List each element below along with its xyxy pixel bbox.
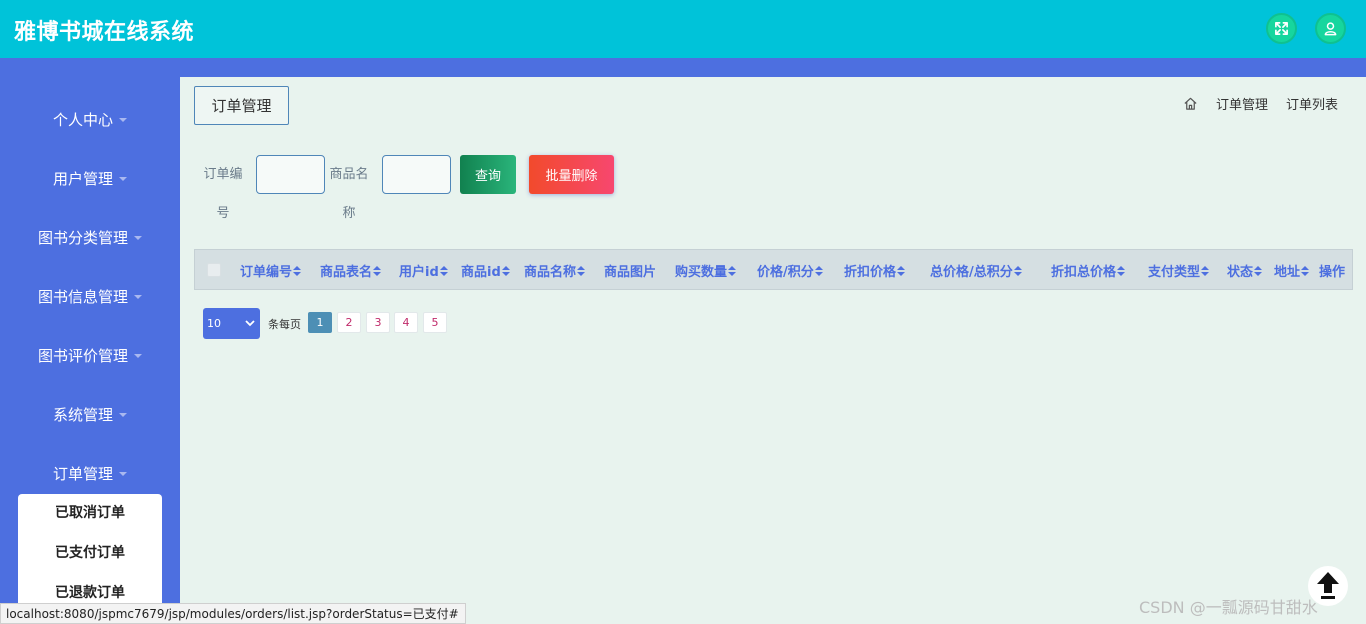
back-to-top-button[interactable] <box>1308 566 1348 606</box>
submenu-item-paid-orders[interactable]: 已支付订单 <box>18 534 162 570</box>
sidebar: 个人中心 用户管理 图书分类管理 图书信息管理 图书评价管理 系统管理 订单管理… <box>0 77 180 624</box>
sidebar-item-personal-center[interactable]: 个人中心 <box>0 99 180 139</box>
column-header-discount-price[interactable]: 折扣价格 <box>844 250 906 291</box>
main-content: 订单管理 订单管理 订单列表 订单编号 商品名称 查询 批量删除 订单编号 商品… <box>180 77 1366 624</box>
sidebar-item-book-info[interactable]: 图书信息管理 <box>0 276 180 316</box>
column-header-discount-total[interactable]: 折扣总价格 <box>1051 250 1126 291</box>
chevron-down-icon <box>119 413 127 417</box>
sort-icon <box>728 265 737 276</box>
column-header-product-image: 商品图片 <box>604 265 657 280</box>
page-button-1[interactable]: 1 <box>308 312 332 333</box>
batch-delete-button[interactable]: 批量删除 <box>529 155 614 194</box>
breadcrumb-item-order-list: 订单列表 <box>1285 98 1338 113</box>
app-title: 雅博书城在线系统 <box>14 20 195 45</box>
sort-icon <box>1301 265 1310 276</box>
chevron-down-icon <box>134 354 142 358</box>
chevron-down-icon <box>119 472 127 476</box>
sort-icon <box>1117 265 1126 276</box>
sort-icon <box>814 265 823 276</box>
column-header-product-table[interactable]: 商品表名 <box>320 250 382 291</box>
user-icon[interactable] <box>1315 13 1346 44</box>
product-name-label: 商品名称 <box>329 167 369 221</box>
sidebar-item-user-management[interactable]: 用户管理 <box>0 158 180 198</box>
sidebar-item-label: 图书信息管理 <box>37 287 128 306</box>
sort-icon <box>1254 265 1263 276</box>
chevron-down-icon <box>119 177 127 181</box>
chevron-down-icon <box>245 320 255 327</box>
column-header-order-no[interactable]: 订单编号 <box>240 250 302 291</box>
column-header-product-id[interactable]: 商品id <box>461 250 510 291</box>
select-all-checkbox[interactable] <box>207 263 221 277</box>
column-header-product-name[interactable]: 商品名称 <box>524 250 586 291</box>
sort-icon <box>293 265 302 276</box>
sidebar-item-label: 个人中心 <box>52 110 113 129</box>
order-no-label: 订单编号 <box>203 167 243 221</box>
page-button-4[interactable]: 4 <box>394 312 418 333</box>
column-header-address[interactable]: 地址 <box>1274 250 1310 291</box>
column-header-total-price[interactable]: 总价格/总积分 <box>930 250 1022 291</box>
sidebar-item-book-review[interactable]: 图书评价管理 <box>0 335 180 375</box>
sidebar-item-label: 图书评价管理 <box>37 346 128 365</box>
chevron-down-icon <box>134 295 142 299</box>
page-button-3[interactable]: 3 <box>366 312 390 333</box>
top-bar: 雅博书城在线系统 <box>0 0 1366 58</box>
column-header-payment-type[interactable]: 支付类型 <box>1148 250 1210 291</box>
sidebar-item-label: 图书分类管理 <box>37 228 128 247</box>
sort-icon <box>501 265 510 276</box>
fullscreen-icon[interactable] <box>1266 13 1297 44</box>
sidebar-item-label: 系统管理 <box>52 405 113 424</box>
column-header-status[interactable]: 状态 <box>1227 250 1263 291</box>
column-header-user-id[interactable]: 用户id <box>399 250 448 291</box>
chevron-down-icon <box>119 118 127 122</box>
breadcrumb-item-order-management[interactable]: 订单管理 <box>1216 94 1268 113</box>
page-button-5[interactable]: 5 <box>423 312 447 333</box>
sidebar-item-label: 用户管理 <box>52 169 113 188</box>
sort-icon <box>1201 265 1210 276</box>
browser-status-bar: localhost:8080/jspmc7679/jsp/modules/ord… <box>0 603 466 624</box>
sidebar-item-label: 订单管理 <box>52 464 113 483</box>
chevron-down-icon <box>134 236 142 240</box>
sort-icon <box>897 265 906 276</box>
home-icon[interactable] <box>1183 96 1198 111</box>
product-name-input[interactable] <box>382 155 451 194</box>
sort-icon <box>1013 265 1022 276</box>
sort-icon <box>439 265 448 276</box>
table-header: 订单编号 商品表名 用户id 商品id 商品名称 商品图片 购买数量 价格/积分… <box>194 249 1353 290</box>
breadcrumb: 订单管理 订单列表 <box>1183 94 1338 113</box>
per-page-label: 条每页 <box>268 318 301 331</box>
sidebar-item-system[interactable]: 系统管理 <box>0 394 180 434</box>
watermark: CSDN @一瓢源码甘甜水 <box>1139 598 1318 617</box>
arrow-up-icon <box>1317 572 1339 599</box>
sidebar-item-orders[interactable]: 订单管理 <box>0 453 180 493</box>
query-button[interactable]: 查询 <box>460 155 516 194</box>
sort-icon <box>373 265 382 276</box>
header-stripe <box>0 58 1366 77</box>
page-tag[interactable]: 订单管理 <box>194 86 289 125</box>
column-header-actions: 操作 <box>1319 265 1346 280</box>
column-header-price[interactable]: 价格/积分 <box>757 250 823 291</box>
page-size-select[interactable]: 10 <box>203 308 260 339</box>
sort-icon <box>577 265 586 276</box>
page-button-2[interactable]: 2 <box>337 312 361 333</box>
submenu-item-cancelled-orders[interactable]: 已取消订单 <box>18 494 162 530</box>
column-header-quantity[interactable]: 购买数量 <box>675 250 737 291</box>
sidebar-item-book-category[interactable]: 图书分类管理 <box>0 217 180 257</box>
order-no-input[interactable] <box>256 155 325 194</box>
